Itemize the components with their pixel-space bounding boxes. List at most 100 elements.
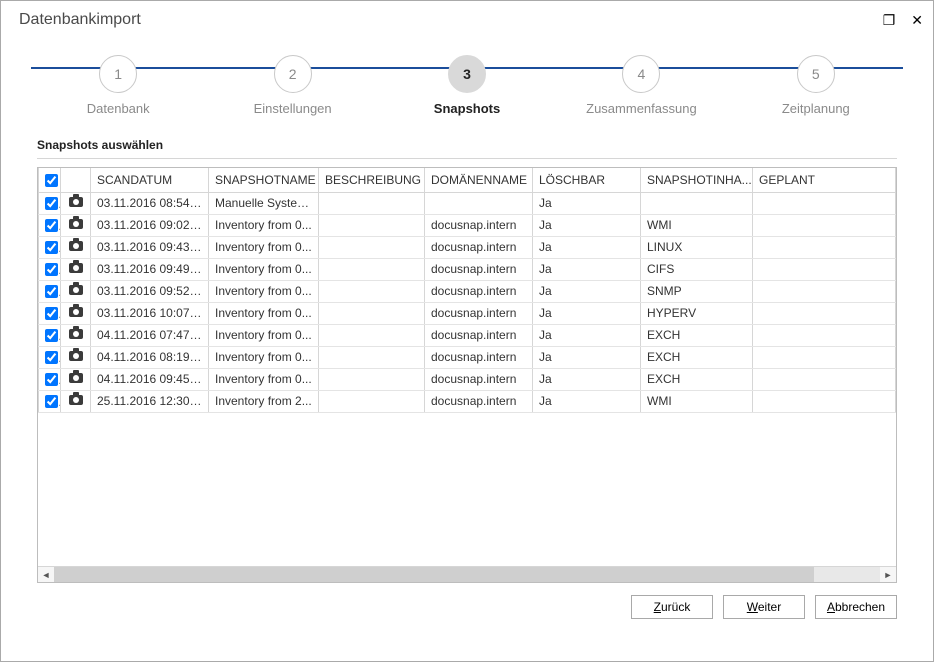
scroll-thumb[interactable]: [54, 567, 814, 582]
table-row[interactable]: 04.11.2016 08:19:56Inventory from 0...do…: [39, 346, 896, 368]
snapshot-icon-cell: [61, 214, 91, 236]
table-row[interactable]: 25.11.2016 12:30:55Inventory from 2...do…: [39, 390, 896, 412]
cell-geplant: [753, 236, 896, 258]
row-checkbox-cell[interactable]: [39, 302, 61, 324]
camera-icon: [69, 263, 83, 273]
table-row[interactable]: 03.11.2016 09:52:43Inventory from 0... do…: [39, 280, 896, 302]
cell-beschreibung: [319, 236, 425, 258]
camera-icon: [69, 307, 83, 317]
step-4[interactable]: 4: [554, 55, 728, 93]
snapshot-icon-cell: [61, 258, 91, 280]
row-checkbox[interactable]: [45, 285, 58, 298]
table-row[interactable]: 03.11.2016 09:02:06Inventory from 0...do…: [39, 214, 896, 236]
stepper-labels: Datenbank Einstellungen Snapshots Zusamm…: [1, 95, 933, 130]
cell-geplant: [753, 390, 896, 412]
header-icon: [61, 168, 91, 192]
header-scandatum[interactable]: SCANDATUM: [91, 168, 209, 192]
step-5[interactable]: 5: [729, 55, 903, 93]
table-row[interactable]: 03.11.2016 10:07:19Inventory from 0...do…: [39, 302, 896, 324]
cell-geplant: [753, 192, 896, 214]
header-snapshotname[interactable]: SNAPSHOTNAME: [209, 168, 319, 192]
snapshot-icon-cell: [61, 192, 91, 214]
header-checkbox[interactable]: [39, 168, 61, 192]
table-scroll[interactable]: SCANDATUM SNAPSHOTNAME BESCHREIBUNG DOMÄ…: [38, 168, 896, 566]
header-snapshotinhalt[interactable]: SNAPSHOTINHA...: [641, 168, 753, 192]
snapshot-icon-cell: [61, 346, 91, 368]
cell-loeschbar: Ja: [533, 390, 641, 412]
cell-domaene: docusnap.intern: [425, 214, 533, 236]
cell-beschreibung: [319, 368, 425, 390]
cell-geplant: [753, 302, 896, 324]
header-geplant[interactable]: GEPLANT: [753, 168, 896, 192]
step-label-4: Zusammenfassung: [554, 101, 728, 116]
cell-domaene: docusnap.intern: [425, 258, 533, 280]
step-3[interactable]: 3: [380, 55, 554, 93]
table-row[interactable]: 03.11.2016 09:43:59Inventory from 0...do…: [39, 236, 896, 258]
cancel-button[interactable]: Abbrechen: [815, 595, 897, 619]
row-checkbox[interactable]: [45, 329, 58, 342]
cell-beschreibung: [319, 258, 425, 280]
titlebar: Datenbankimport ❐ ✕: [1, 1, 933, 39]
cell-snapshotname: Inventory from 0...: [209, 280, 319, 302]
cell-loeschbar: Ja: [533, 302, 641, 324]
step-2[interactable]: 2: [205, 55, 379, 93]
cell-inhalt: EXCH: [641, 346, 753, 368]
cell-scandatum: 03.11.2016 09:49:10: [91, 258, 209, 280]
row-checkbox[interactable]: [45, 373, 58, 386]
cell-beschreibung: [319, 324, 425, 346]
cell-snapshotname: Inventory from 0...: [209, 302, 319, 324]
camera-icon: [69, 373, 83, 383]
row-checkbox-cell[interactable]: [39, 214, 61, 236]
row-checkbox[interactable]: [45, 395, 58, 408]
cell-inhalt: WMI: [641, 390, 753, 412]
row-checkbox-cell[interactable]: [39, 368, 61, 390]
row-checkbox-cell[interactable]: [39, 324, 61, 346]
table-row[interactable]: 04.11.2016 09:45:13Inventory from 0...do…: [39, 368, 896, 390]
table-row[interactable]: 03.11.2016 08:54:11Manuelle SystemeJa: [39, 192, 896, 214]
cell-domaene: docusnap.intern: [425, 280, 533, 302]
table-row[interactable]: 04.11.2016 07:47:13Inventory from 0...do…: [39, 324, 896, 346]
scroll-left-icon[interactable]: ◄: [38, 567, 54, 582]
row-checkbox[interactable]: [45, 197, 58, 210]
row-checkbox[interactable]: [45, 219, 58, 232]
horizontal-scrollbar[interactable]: ◄ ►: [38, 566, 896, 582]
header-loeschbar[interactable]: LÖSCHBAR: [533, 168, 641, 192]
cell-scandatum: 04.11.2016 09:45:13: [91, 368, 209, 390]
snapshot-icon-cell: [61, 368, 91, 390]
row-checkbox[interactable]: [45, 307, 58, 320]
snapshot-table: SCANDATUM SNAPSHOTNAME BESCHREIBUNG DOMÄ…: [37, 167, 897, 583]
row-checkbox[interactable]: [45, 241, 58, 254]
next-button[interactable]: Weiter: [723, 595, 805, 619]
row-checkbox-cell[interactable]: [39, 192, 61, 214]
snapshot-icon-cell: [61, 236, 91, 258]
select-all-checkbox[interactable]: [45, 174, 58, 187]
window-title: Datenbankimport: [19, 11, 141, 29]
step-label-2: Einstellungen: [205, 101, 379, 116]
back-button[interactable]: Zurück: [631, 595, 713, 619]
maximize-icon[interactable]: ❐: [883, 12, 896, 29]
camera-icon: [69, 329, 83, 339]
row-checkbox-cell[interactable]: [39, 280, 61, 302]
cell-scandatum: 03.11.2016 09:52:43: [91, 280, 209, 302]
row-checkbox-cell[interactable]: [39, 258, 61, 280]
step-label-1: Datenbank: [31, 101, 205, 116]
camera-icon: [69, 351, 83, 361]
row-checkbox-cell[interactable]: [39, 236, 61, 258]
table-row[interactable]: 03.11.2016 09:49:10Inventory from 0...do…: [39, 258, 896, 280]
step-label-3: Snapshots: [380, 101, 554, 116]
scroll-right-icon[interactable]: ►: [880, 567, 896, 582]
cell-geplant: [753, 324, 896, 346]
row-checkbox-cell[interactable]: [39, 346, 61, 368]
snapshot-icon-cell: [61, 390, 91, 412]
cell-geplant: [753, 214, 896, 236]
close-icon[interactable]: ✕: [911, 12, 923, 29]
row-checkbox[interactable]: [45, 263, 58, 276]
step-1[interactable]: 1: [31, 55, 205, 93]
header-domaenenname[interactable]: DOMÄNENNAME: [425, 168, 533, 192]
row-checkbox[interactable]: [45, 351, 58, 364]
scroll-track[interactable]: [54, 567, 880, 582]
header-beschreibung[interactable]: BESCHREIBUNG: [319, 168, 425, 192]
camera-icon: [69, 395, 83, 405]
row-checkbox-cell[interactable]: [39, 390, 61, 412]
cell-inhalt: HYPERV: [641, 302, 753, 324]
